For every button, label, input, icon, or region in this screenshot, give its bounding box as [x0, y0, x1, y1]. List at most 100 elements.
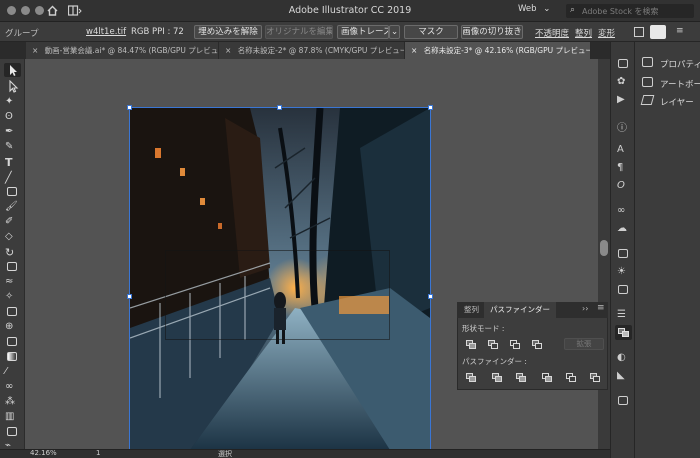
align-link[interactable]: 整列 — [575, 27, 592, 39]
resize-handle-ne[interactable] — [428, 105, 433, 110]
unite-button[interactable] — [466, 340, 476, 349]
resize-handle-n[interactable] — [277, 105, 282, 110]
placed-photo[interactable] — [130, 108, 430, 450]
puppet-warp-tool[interactable]: ✧ — [5, 291, 19, 302]
graph-tool[interactable]: ▥ — [5, 411, 19, 422]
perspective-grid-icon — [7, 337, 17, 346]
scale-tool[interactable] — [5, 261, 19, 272]
opentype-icon[interactable]: O — [617, 180, 629, 191]
linked-filename[interactable]: w4lt1e.tif — [86, 27, 126, 37]
mask-button[interactable]: マスク — [404, 25, 458, 39]
panel-properties[interactable]: プロパティ — [660, 58, 700, 70]
resize-handle-nw[interactable] — [127, 105, 132, 110]
eraser-tool[interactable]: ◇ — [5, 231, 19, 242]
tab-pathfinder[interactable]: パスファインダー — [484, 302, 556, 318]
tab-document-1[interactable]: × 動画-営業会議.ai* @ 84.47% (RGB/GPU プレビュー) — [26, 42, 219, 59]
shaper-icon: ✐ — [5, 216, 14, 227]
exclude-button[interactable] — [532, 340, 542, 349]
transform-panel-icon[interactable] — [617, 58, 629, 69]
shape-builder-tool[interactable]: ⊕ — [5, 321, 19, 332]
trim-button[interactable] — [492, 373, 502, 382]
stock-search-input[interactable]: ⌕ Adobe Stock を検索 — [566, 4, 694, 18]
minus-back-button[interactable] — [590, 373, 600, 382]
image-trace-button[interactable]: 画像トレース — [337, 25, 389, 39]
curvature-tool[interactable]: ✎ — [5, 141, 19, 152]
color-guide-icon[interactable]: ◐ — [617, 352, 629, 363]
tab-document-3[interactable]: × 名称未設定-3* @ 42.16% (RGB/GPU プレビュー) — [405, 42, 591, 59]
links-icon[interactable]: ∞ — [617, 205, 629, 216]
close-icon[interactable]: × — [411, 46, 417, 55]
isolate-icon[interactable] — [634, 27, 644, 37]
actions-play-icon[interactable]: ▶ — [617, 94, 629, 105]
blend-icon: ∞ — [5, 381, 14, 392]
resize-handle-e[interactable] — [428, 294, 433, 299]
close-icon[interactable]: × — [225, 46, 231, 55]
close-icon[interactable]: × — [32, 46, 38, 55]
symbol-sprayer-tool[interactable]: ⁂ — [5, 396, 19, 407]
shaper-tool[interactable]: ✐ — [5, 216, 19, 227]
unembed-button[interactable]: 埋め込みを解除 — [194, 25, 262, 39]
tab-align[interactable]: 整列 — [458, 302, 485, 318]
panel-artboards[interactable]: アートボード — [660, 78, 700, 90]
workspace-switcher[interactable]: Web ⌄ — [518, 4, 558, 17]
chevron-down-icon: ⌄ — [390, 27, 399, 37]
outline-button[interactable] — [566, 373, 576, 382]
align-panel-icon[interactable]: ☰ — [617, 309, 629, 320]
paintbrush-tool[interactable]: 🖌 — [5, 201, 19, 212]
tab-document-2[interactable]: × 名称未設定-2* @ 87.8% (CMYK/GPU プレビュー) — [219, 42, 405, 59]
selection-tool[interactable] — [4, 63, 21, 77]
rotate-tool[interactable]: ↻ — [5, 246, 19, 259]
collapse-panel-icon[interactable]: ›› — [582, 304, 588, 313]
scroll-thumb[interactable] — [600, 240, 608, 256]
cc-libraries-icon[interactable]: ☁ — [617, 223, 629, 234]
opacity-link[interactable]: 不透明度 — [535, 27, 569, 39]
divide-button[interactable] — [466, 373, 476, 382]
panel-layers[interactable]: レイヤー — [660, 96, 694, 108]
spray-icon: ⁂ — [5, 396, 15, 407]
edit-original-button[interactable]: オリジナルを編集 — [265, 25, 333, 39]
zoom-level[interactable]: 42.16% — [30, 449, 57, 457]
eyedropper-tool[interactable]: ⁄ — [5, 366, 19, 377]
appearance-icon[interactable]: ☀ — [617, 266, 629, 277]
selection-type: グループ — [5, 29, 39, 39]
resize-handle-w[interactable] — [127, 294, 132, 299]
gradient-tool[interactable] — [5, 351, 19, 362]
image-trace-panel-icon[interactable] — [617, 395, 629, 406]
paragraph-icon[interactable]: ¶ — [617, 162, 629, 173]
blend-tool[interactable]: ∞ — [5, 381, 19, 392]
width-tool[interactable]: ≈ — [5, 276, 19, 287]
direct-selection-tool[interactable] — [4, 79, 21, 93]
rectangle-icon — [7, 187, 17, 196]
pen-tool[interactable]: ✒ — [5, 126, 19, 137]
lasso-tool[interactable]: ʘ — [5, 111, 19, 122]
image-trace-dropdown[interactable]: ⌄ — [389, 25, 400, 39]
free-transform-tool[interactable] — [5, 306, 19, 317]
info-icon[interactable]: ⓘ — [617, 119, 629, 134]
panel-menu-icon[interactable]: ≡ — [597, 303, 605, 313]
crop-image-button[interactable]: 画像の切り抜き — [461, 25, 523, 39]
pathfinder-panel-icon[interactable] — [615, 325, 632, 340]
intersect-button[interactable] — [510, 340, 520, 349]
symbols-icon[interactable]: ✿ — [617, 76, 629, 87]
place-icon[interactable] — [617, 248, 629, 259]
scale-icon — [7, 262, 17, 271]
perspective-grid-tool[interactable] — [5, 336, 19, 347]
crop-button[interactable] — [542, 373, 552, 382]
expand-button[interactable]: 拡張 — [564, 338, 604, 350]
artboard-number[interactable]: 1 — [96, 449, 100, 457]
pin-icon: ✧ — [5, 291, 14, 302]
rectangle-tool[interactable] — [5, 186, 19, 197]
winter-street-photo — [130, 108, 430, 450]
arrange-icon[interactable] — [650, 25, 666, 39]
export-icon[interactable] — [617, 284, 629, 295]
gradient-panel-icon[interactable]: ◣ — [617, 370, 629, 381]
line-tool[interactable]: ╱ — [5, 171, 19, 184]
artboard-tool[interactable] — [5, 426, 19, 437]
magic-wand-tool[interactable]: ✦ — [5, 96, 19, 107]
transform-link[interactable]: 変形 — [598, 27, 615, 39]
character-icon[interactable]: A — [617, 144, 629, 155]
merge-button[interactable] — [516, 373, 526, 382]
panel-menu-icon[interactable]: ≡ — [676, 26, 686, 38]
minus-front-button[interactable] — [488, 340, 498, 349]
type-tool[interactable]: T — [5, 156, 19, 169]
